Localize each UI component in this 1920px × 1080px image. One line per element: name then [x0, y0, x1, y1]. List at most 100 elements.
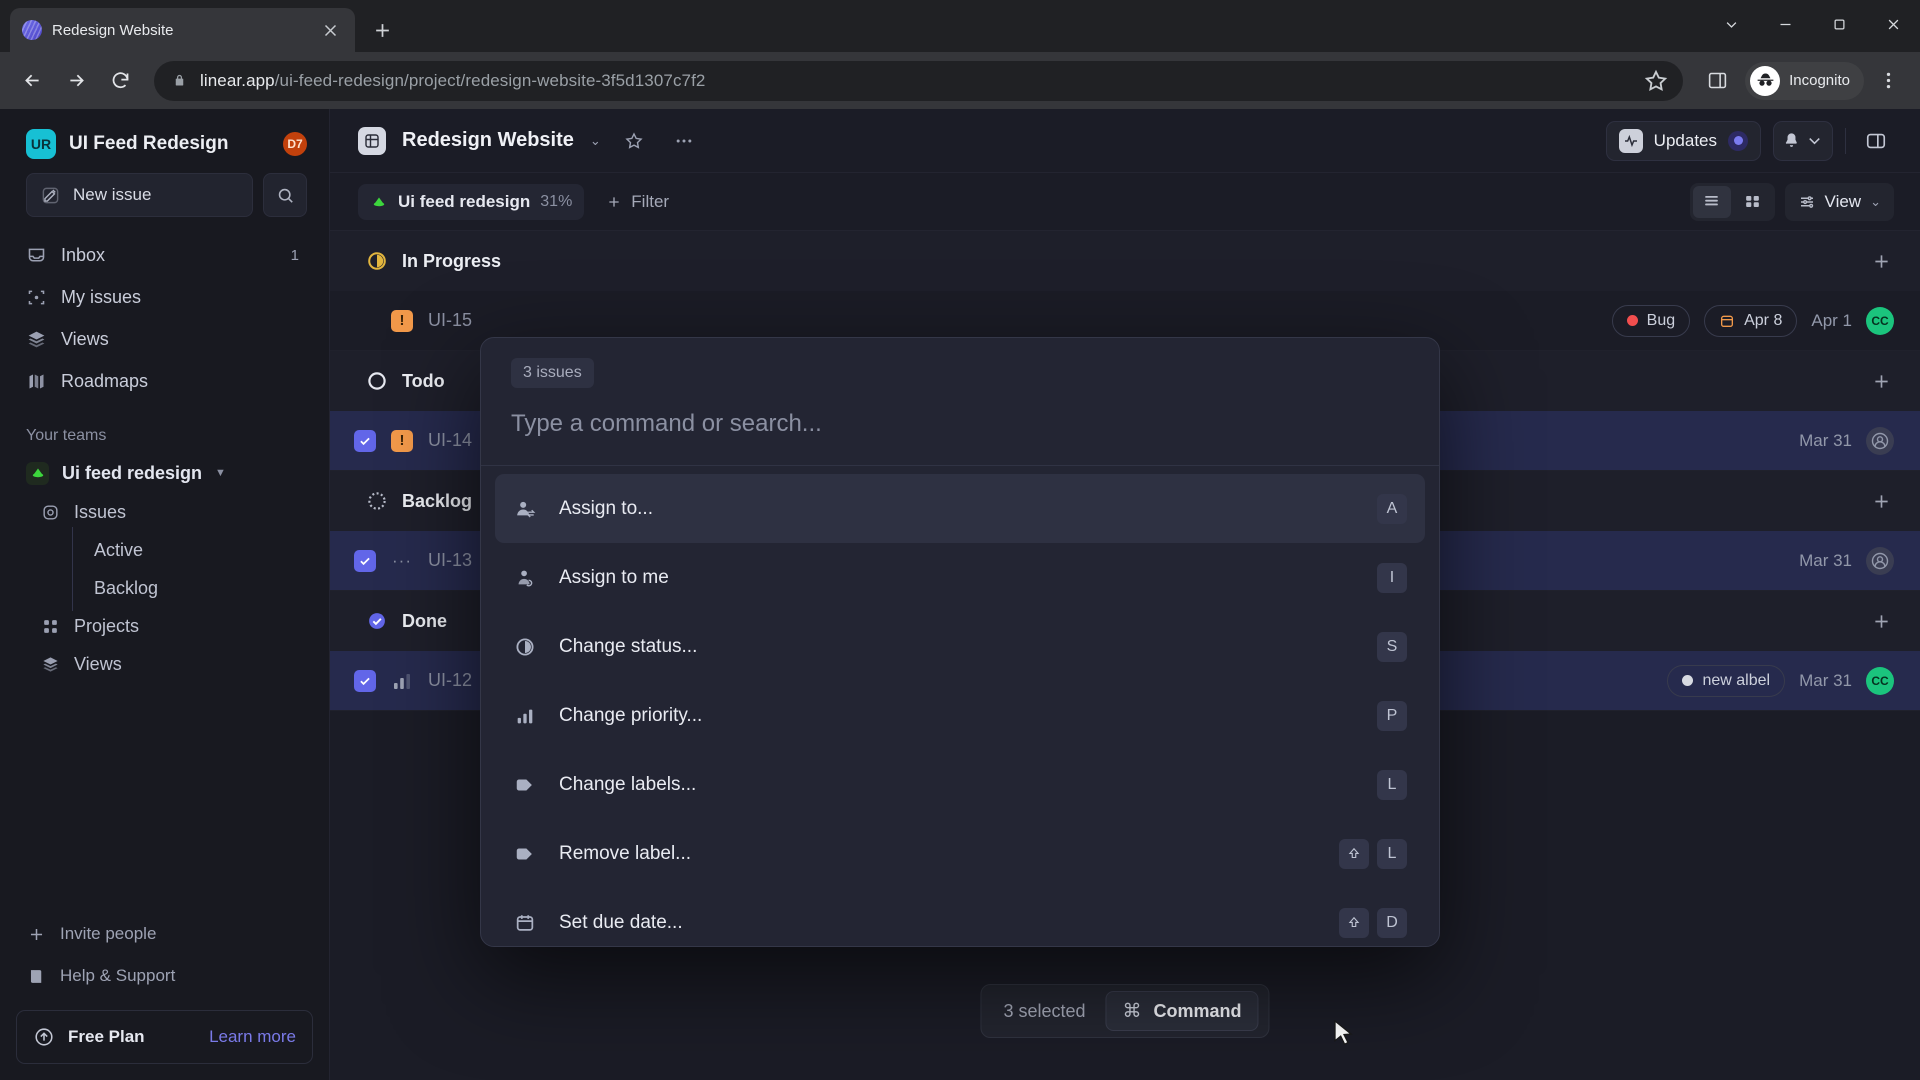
- browser-tab[interactable]: Redesign Website: [10, 8, 355, 52]
- add-issue-icon[interactable]: [1868, 248, 1894, 274]
- palette-item-remove-label[interactable]: Remove label... L: [495, 819, 1425, 888]
- palette-search-input[interactable]: Type a command or search...: [481, 388, 1439, 465]
- forward-icon[interactable]: [56, 61, 96, 101]
- label-dot: [1626, 315, 1638, 326]
- invite-people-button[interactable]: Invite people: [16, 914, 313, 954]
- plan-name: Free Plan: [68, 1027, 145, 1046]
- updates-button[interactable]: Updates: [1605, 120, 1761, 161]
- upgrade-icon: [33, 1026, 55, 1048]
- view-controls: View ⌄: [1689, 182, 1894, 221]
- palette-item-change-status[interactable]: Change status... S: [495, 612, 1425, 681]
- notifications-button[interactable]: [1773, 120, 1833, 161]
- bookmark-star-icon[interactable]: [1643, 68, 1669, 94]
- row-checkbox[interactable]: [354, 549, 376, 572]
- plan-learn-more-link[interactable]: Learn more: [209, 1027, 296, 1047]
- sidebar-item-views[interactable]: Views: [16, 319, 315, 359]
- incognito-profile-button[interactable]: Incognito: [1745, 61, 1864, 100]
- palette-item-change-labels[interactable]: Change labels... L: [495, 750, 1425, 819]
- issues-icon: [40, 502, 60, 522]
- palette-item-label: Set due date...: [559, 911, 683, 933]
- avatar[interactable]: [1866, 546, 1894, 575]
- chevron-down-icon[interactable]: [1704, 0, 1758, 48]
- add-issue-icon[interactable]: [1868, 368, 1894, 394]
- label-icon: [513, 842, 537, 866]
- row-checkbox[interactable]: [354, 669, 376, 692]
- issue-label-badge[interactable]: new albel: [1667, 664, 1786, 697]
- side-panel-icon[interactable]: [1697, 61, 1737, 101]
- list-view-icon[interactable]: [1692, 185, 1731, 218]
- more-options-icon[interactable]: [667, 124, 701, 158]
- reload-icon[interactable]: [100, 61, 140, 101]
- close-icon[interactable]: [317, 17, 343, 43]
- avatar[interactable]: CC: [1866, 306, 1894, 335]
- add-issue-icon[interactable]: [1868, 608, 1894, 634]
- sidebar-footer: Invite people Help & Support Free Plan L…: [0, 914, 329, 1080]
- add-filter-button[interactable]: Filter: [598, 184, 677, 220]
- browser-menu-icon[interactable]: [1868, 61, 1908, 101]
- sidebar-item-team-views[interactable]: Views: [16, 645, 315, 683]
- new-issue-button[interactable]: New issue: [26, 173, 253, 217]
- page-title: Redesign Website: [402, 129, 574, 151]
- search-icon[interactable]: [263, 173, 307, 217]
- workspace-switcher[interactable]: UR UI Feed Redesign D7: [0, 109, 329, 173]
- minimize-icon[interactable]: [1758, 0, 1812, 48]
- sliders-icon: [1800, 195, 1813, 208]
- browser-toolbar: linear.app/ui-feed-redesign/project/rede…: [0, 52, 1920, 109]
- sidebar-item-active[interactable]: Active: [16, 527, 315, 573]
- palette-item-set-due-date[interactable]: Set due date... D: [495, 888, 1425, 946]
- toggle-right-panel-icon[interactable]: [1858, 123, 1894, 159]
- group-name: Done: [402, 610, 447, 631]
- issue-id: UI-15: [428, 310, 473, 330]
- chevron-down-icon[interactable]: ▼: [215, 467, 226, 479]
- row-checkbox[interactable]: [354, 429, 376, 452]
- avatar[interactable]: [1866, 426, 1894, 455]
- shortcut-keys: A: [1377, 493, 1407, 524]
- project-filter-chip[interactable]: Ui feed redesign 31%: [358, 183, 585, 220]
- url-path: /ui-feed-redesign/project/redesign-websi…: [274, 70, 706, 90]
- palette-item-change-priority[interactable]: Change priority... P: [495, 681, 1425, 750]
- selection-command-bar: 3 selected ⌘ Command: [980, 984, 1270, 1038]
- avatar[interactable]: CC: [1866, 666, 1894, 695]
- view-settings-button[interactable]: View ⌄: [1784, 182, 1894, 221]
- row-meta: Mar 31: [1799, 546, 1894, 575]
- plan-banner[interactable]: Free Plan Learn more: [16, 1010, 313, 1064]
- sidebar-item-inbox[interactable]: Inbox 1: [16, 235, 315, 275]
- sidebar-item-my-issues[interactable]: My issues: [16, 277, 315, 317]
- issue-label-badge[interactable]: Bug: [1611, 304, 1691, 337]
- address-bar[interactable]: linear.app/ui-feed-redesign/project/rede…: [154, 60, 1684, 101]
- book-icon: [26, 966, 46, 986]
- priority-none-icon[interactable]: ···: [390, 549, 414, 573]
- priority-medium-icon[interactable]: [390, 669, 414, 693]
- maximize-icon[interactable]: [1812, 0, 1866, 48]
- back-icon[interactable]: [12, 61, 52, 101]
- help-support-button[interactable]: Help & Support: [16, 956, 313, 996]
- window-close-icon[interactable]: [1866, 0, 1920, 48]
- shortcut-keys: L: [1339, 838, 1407, 869]
- board-view-icon[interactable]: [1734, 186, 1772, 218]
- chevron-down-icon: [1809, 137, 1820, 145]
- favorite-star-icon[interactable]: [617, 124, 651, 158]
- new-tab-icon[interactable]: [363, 11, 401, 49]
- key: D: [1377, 907, 1407, 938]
- sidebar-item-roadmaps[interactable]: Roadmaps: [16, 361, 315, 401]
- linear-app: UR UI Feed Redesign D7 New issue Inbox 1…: [0, 109, 1920, 1080]
- chevron-down-icon[interactable]: ⌄: [590, 133, 601, 149]
- add-issue-icon[interactable]: [1868, 488, 1894, 514]
- palette-item-label: Change labels...: [559, 773, 697, 795]
- priority-urgent-icon[interactable]: !: [390, 309, 414, 333]
- sidebar-team-ui-feed-redesign[interactable]: Ui feed redesign ▼: [16, 453, 315, 493]
- priority-urgent-icon[interactable]: !: [390, 429, 414, 453]
- sidebar-item-issues[interactable]: Issues: [16, 493, 315, 531]
- status-in-progress-icon: [366, 250, 388, 272]
- assign-to-me-icon: [513, 566, 537, 590]
- due-date-badge[interactable]: Apr 8: [1704, 304, 1798, 337]
- palette-item-assign-to[interactable]: Assign to... A: [495, 474, 1425, 543]
- team-name: Ui feed redesign: [62, 462, 203, 483]
- url-text: linear.app/ui-feed-redesign/project/rede…: [200, 71, 706, 91]
- sidebar-item-backlog[interactable]: Backlog: [16, 565, 315, 611]
- incognito-icon: [1750, 65, 1781, 96]
- command-button[interactable]: ⌘ Command: [1105, 991, 1259, 1031]
- sidebar-item-projects[interactable]: Projects: [16, 607, 315, 645]
- palette-item-assign-to-me[interactable]: Assign to me I: [495, 543, 1425, 612]
